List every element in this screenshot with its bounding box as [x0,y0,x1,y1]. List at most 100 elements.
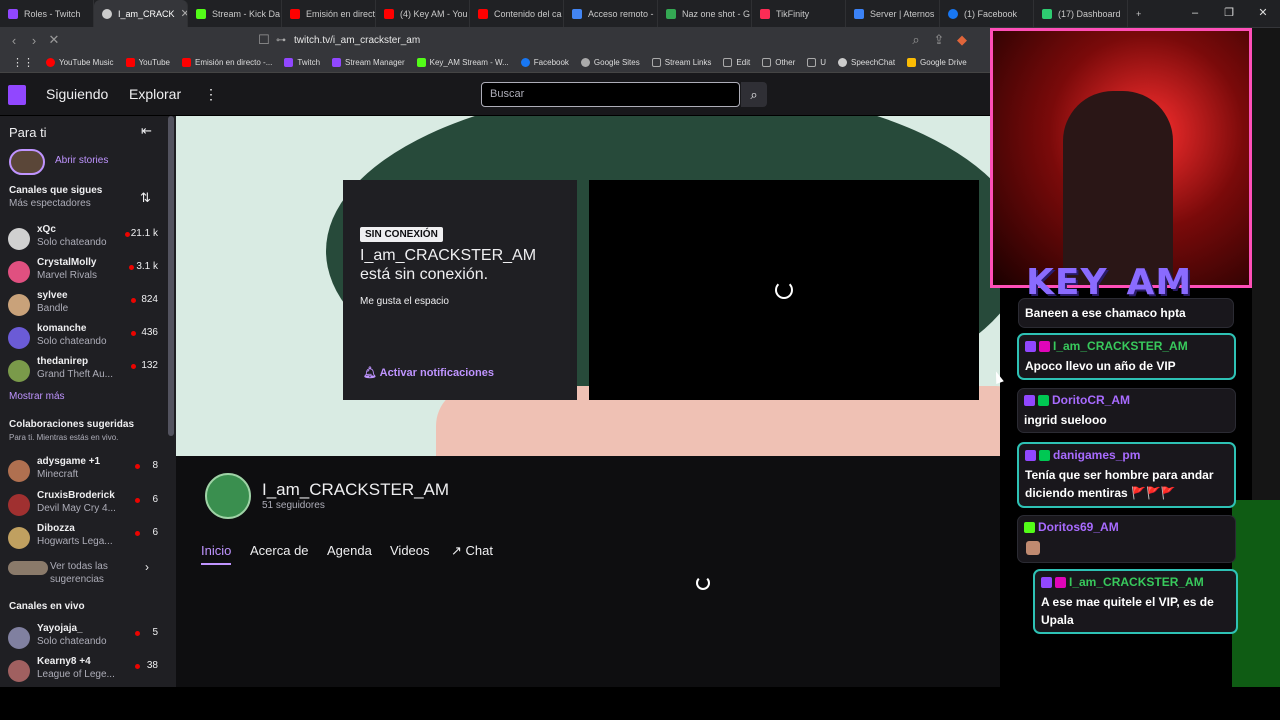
kick-icon [416,58,426,67]
browser-tab[interactable]: Stream - Kick Da [188,0,282,27]
channel-item[interactable]: CrystalMolly Marvel Rivals 3.1 k [0,255,170,289]
restore-icon[interactable]: ❐ [1212,0,1246,27]
offline-title: I_am_CRACKSTER_AM está sin conexión. [360,247,537,283]
tab-videos[interactable]: Videos [390,543,430,558]
stories-avatar[interactable] [9,149,45,175]
vip-badge-icon [1055,577,1066,589]
browser-tab-active[interactable]: I_am_CRACK✕ [94,0,188,27]
bookmark-item[interactable]: Emisión en directo -... [176,58,278,67]
sidebar-scrollbar[interactable] [168,116,174,436]
channel-avatar[interactable] [205,473,251,519]
live-dot-icon [135,664,140,669]
avatar [8,494,30,516]
channel-item[interactable]: xQc Solo chateando 21.1 k [0,222,170,256]
bell-icon: 🔔︎ [363,367,380,379]
close-window-icon[interactable]: ✕ [1246,0,1280,27]
browser-tab[interactable]: (1) Facebook [940,0,1034,27]
minimize-icon[interactable]: – [1178,0,1212,27]
bookmark-item[interactable]: Stream Manager [326,58,411,67]
open-stories-link[interactable]: Abrir stories [55,155,108,166]
overlay-green-strip [1232,500,1280,688]
live-dot-icon [131,331,136,336]
search-icon[interactable]: ⌕ [741,82,767,107]
tab-schedule[interactable]: Agenda [327,543,372,558]
channel-item[interactable]: CruxisBroderick Devil May Cry 4... 6 [0,488,170,522]
channel-item[interactable]: Dibozza Hogwarts Lega... 6 [0,521,170,555]
browser-tab[interactable]: Roles - Twitch [0,0,94,27]
chat-badge-icon [1025,450,1036,462]
browser-tab[interactable]: Server | Aternos [846,0,940,27]
channel-item[interactable]: Kearny8 +4 League of Lege... 38 [0,654,170,687]
chat-message: I_am_CRACKSTER_AM A ese mae quitele el V… [1033,569,1238,634]
browser-tab[interactable]: (4) Key AM - You [376,0,470,27]
bookmark-folder[interactable]: U [801,58,832,67]
chat-message: danigames_pm Tenía que ser hombre para a… [1017,442,1236,508]
nav-following[interactable]: Siguiendo [46,86,108,102]
bookmark-item[interactable]: SpeechChat [832,58,901,67]
zoom-icon[interactable]: ⌕ [906,32,926,48]
folder-icon [651,58,661,67]
browser-tab-strip: Roles - Twitch I_am_CRACK✕ Stream - Kick… [0,0,1280,27]
browser-tab[interactable]: Acceso remoto - [564,0,658,27]
drive-favicon-icon [666,8,676,19]
live-title: Canales en vivo [9,601,85,612]
more-menu-icon[interactable]: ⋮ [204,86,218,103]
show-more-link[interactable]: Mostrar más [9,391,65,402]
url-bar[interactable]: ⊶ twitch.tv/i_am_crackster_am [276,30,986,50]
bookmark-item[interactable]: Facebook [515,58,575,67]
channel-item[interactable]: thedanirep Grand Theft Au... 132 [0,354,170,388]
new-tab-button[interactable]: + [1128,0,1150,27]
channel-item[interactable]: adysgame +1 Minecraft 8 [0,454,170,488]
bookmark-item[interactable]: YouTube Music [40,58,120,67]
loading-spinner-icon [775,281,793,299]
followed-title: Canales que sigues [9,185,103,196]
enable-notifications-button[interactable]: 🔔︎ Activar notificaciones [363,366,494,379]
tab-home[interactable]: Inicio [201,543,232,565]
avatar [8,660,30,682]
share-icon[interactable]: ⇪ [929,32,949,48]
collapse-sidebar-icon[interactable]: ⇤ [141,123,152,139]
twitch-logo-icon[interactable] [8,85,26,105]
bookmark-item[interactable]: YouTube [120,58,176,67]
close-tab-icon[interactable]: ✕ [181,7,187,20]
live-dot-icon [135,498,140,503]
apps-icon[interactable]: ⋮⋮ [6,56,40,69]
bookmark-item[interactable]: Twitch [278,58,326,67]
screen-bottom-bar [0,687,1280,720]
brave-shield-icon[interactable]: ◆ [952,32,972,48]
bookmark-item[interactable]: Key_AM Stream - W... [411,58,515,67]
live-dot-icon [135,531,140,536]
search-input[interactable]: Buscar [481,82,740,107]
bookmark-folder[interactable]: Stream Links [646,58,718,67]
webcam-title: KEY_AM [1026,262,1193,303]
nav-browse[interactable]: Explorar [129,86,181,102]
chat-badge-icon [1024,395,1035,407]
bookmark-icon[interactable]: ☐ [254,32,274,48]
channel-item[interactable]: komanche Solo chateando 436 [0,321,170,355]
browser-tab[interactable]: Naz one shot - G [658,0,752,27]
stop-icon[interactable]: ✕ [44,32,64,48]
site-info-icon[interactable]: ⊶ [276,35,286,46]
back-icon[interactable]: ‹ [4,33,24,48]
forward-icon[interactable]: › [24,33,44,48]
bookmark-folder[interactable]: Other [756,58,801,67]
google-drive-icon [907,58,917,67]
video-player[interactable] [589,180,979,400]
channel-item[interactable]: Yayojaja_ Solo chateando 5 [0,621,170,655]
browser-tab[interactable]: TikFinity [752,0,846,27]
webcam-overlay [990,28,1252,288]
sort-icon[interactable]: ⇅ [140,190,151,206]
tab-chat[interactable]: ↗ Chat [451,543,493,559]
bookmark-item[interactable]: Google Drive [901,58,973,67]
browser-tab[interactable]: Emisión en direct [282,0,376,27]
channel-item[interactable]: sylvee Bandle 824 [0,288,170,322]
browser-tab[interactable]: Contenido del ca [470,0,564,27]
see-all-suggestions-link[interactable]: Ver todas las sugerencias [50,560,130,586]
remote-favicon-icon [572,8,582,19]
tab-about[interactable]: Acerca de [250,543,309,558]
avatar [8,294,30,316]
browser-tab[interactable]: (17) Dashboard [1034,0,1128,27]
chevron-right-icon[interactable]: › [145,560,149,574]
bookmark-folder[interactable]: Edit [717,58,756,67]
bookmark-item[interactable]: Google Sites [575,58,646,67]
